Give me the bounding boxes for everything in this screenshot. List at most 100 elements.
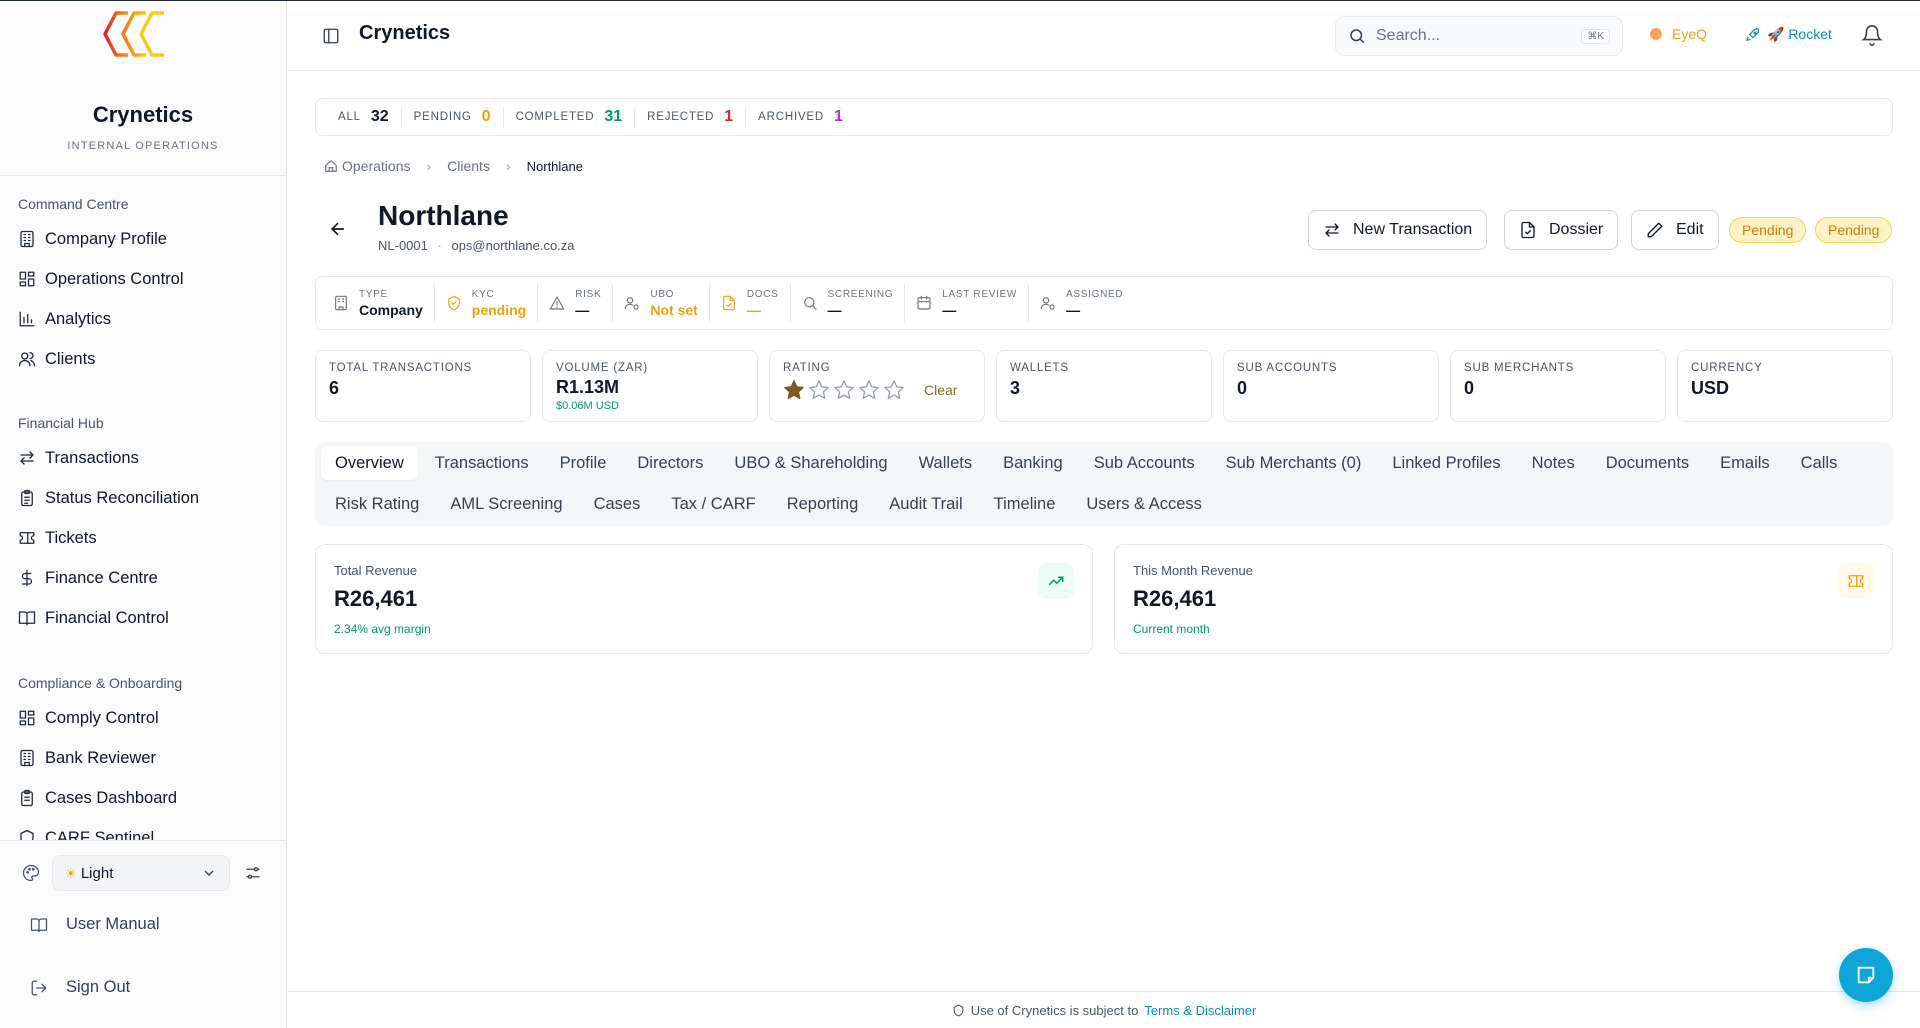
breadcrumb-clients[interactable]: Clients <box>447 158 490 174</box>
info-label: TYPE <box>359 288 388 300</box>
status-all[interactable]: ALL 32 <box>326 107 402 127</box>
sidebar-item-label: Status Reconciliation <box>45 488 200 507</box>
shield-check-icon <box>447 295 460 311</box>
crynetics-logo-icon <box>103 11 164 57</box>
card-value: R1.13M <box>556 377 620 397</box>
tab-audit-trail[interactable]: Audit Trail <box>875 487 976 521</box>
status-completed[interactable]: COMPLETED 31 <box>504 107 636 127</box>
sidebar-item-finance-centre[interactable]: Finance Centre <box>18 564 158 592</box>
sidebar-item-tickets[interactable]: Tickets <box>18 524 97 552</box>
tab-linked-profiles[interactable]: Linked Profiles <box>1378 446 1514 480</box>
card-value: 3 <box>1010 378 1021 398</box>
tab-emails[interactable]: Emails <box>1706 446 1784 480</box>
info-value: — <box>1066 301 1081 318</box>
tab-aml-screening[interactable]: AML Screening <box>436 487 576 521</box>
new-transaction-button[interactable]: New Transaction <box>1308 210 1488 250</box>
sidebar-item-analytics[interactable]: Analytics <box>18 305 111 333</box>
search-box[interactable]: Search... ⌘K <box>1335 16 1623 56</box>
info-value: — <box>827 301 842 318</box>
sidebar-toggle-icon[interactable] <box>322 27 340 45</box>
client-subtitle: NL-0001 · ops@northlane.co.za <box>378 238 575 253</box>
bell-icon[interactable] <box>1861 24 1883 46</box>
tab-documents[interactable]: Documents <box>1592 446 1703 480</box>
eyeq-button[interactable]: EyeQ <box>1650 26 1707 42</box>
tab-directors[interactable]: Directors <box>623 446 717 480</box>
sidebar-item-bank-reviewer[interactable]: Bank Reviewer <box>18 744 156 772</box>
sidebar-item-carf-sentinel[interactable]: CARF Sentinel <box>18 824 154 840</box>
page-title: Northlane <box>378 200 509 231</box>
star-empty-icon[interactable] <box>833 379 855 401</box>
tab-sub-accounts[interactable]: Sub Accounts <box>1080 446 1209 480</box>
sidebar-item-label: Bank Reviewer <box>45 748 156 767</box>
info-screening: SCREENING — <box>791 284 906 322</box>
document-icon <box>722 295 735 311</box>
metric-cards: TOTAL TRANSACTIONS 6 VOLUME (ZAR) R1.13M… <box>315 350 1893 422</box>
tab-risk-rating[interactable]: Risk Rating <box>321 487 433 521</box>
shield-icon <box>953 1003 964 1016</box>
client-tabs: Overview Transactions Profile Directors UBO … <box>315 442 1893 526</box>
sidebar-item-label: Clients <box>45 349 96 368</box>
tab-transactions[interactable]: Transactions <box>421 446 543 480</box>
sign-out-button[interactable]: Sign Out <box>30 978 130 997</box>
info-docs: DOCS — <box>710 284 791 322</box>
info-label: SCREENING <box>827 288 894 300</box>
grid-icon <box>18 709 36 727</box>
tab-tax-carf[interactable]: Tax / CARF <box>657 487 769 521</box>
sign-out-label: Sign Out <box>66 978 131 996</box>
tab-overview[interactable]: Overview <box>321 446 418 480</box>
tab-profile[interactable]: Profile <box>546 446 621 480</box>
back-arrow-icon[interactable] <box>328 219 348 239</box>
star-empty-icon[interactable] <box>858 379 880 401</box>
theme-select[interactable]: ☀ Light <box>52 855 230 891</box>
star-filled-icon[interactable] <box>783 379 805 401</box>
floating-action-button[interactable] <box>1839 948 1893 1002</box>
building-icon <box>18 749 36 767</box>
sidebar-item-cases-dashboard[interactable]: Cases Dashboard <box>18 784 177 812</box>
sidebar-item-status-reconciliation[interactable]: Status Reconciliation <box>18 484 199 512</box>
terms-link[interactable]: Terms & Disclaimer <box>1144 1003 1256 1018</box>
sidebar-item-operations-control[interactable]: Operations Control <box>18 265 184 293</box>
tab-calls[interactable]: Calls <box>1787 446 1852 480</box>
info-assigned: ASSIGNED — <box>1029 284 1134 322</box>
status-archived[interactable]: ARCHIVED 1 <box>746 107 855 127</box>
tab-timeline[interactable]: Timeline <box>980 487 1070 521</box>
arrows-icon <box>18 449 36 467</box>
building-icon <box>18 230 36 248</box>
rocket-button[interactable]: 🚀 Rocket <box>1745 26 1832 43</box>
search-input[interactable]: Search... <box>1376 27 1440 45</box>
info-type: TYPE Company <box>322 284 435 322</box>
star-empty-icon[interactable] <box>808 379 830 401</box>
dossier-button[interactable]: Dossier <box>1504 210 1619 250</box>
breadcrumb-operations[interactable]: Operations <box>342 158 410 174</box>
sliders-icon[interactable] <box>244 864 262 882</box>
tab-row-1: Overview Transactions Profile Directors UBO … <box>321 446 1854 480</box>
tab-sub-merchants-0[interactable]: Sub Merchants (0) <box>1212 446 1376 480</box>
tab-notes[interactable]: Notes <box>1518 446 1589 480</box>
sidebar-item-label: Company Profile <box>45 229 167 248</box>
star-empty-icon[interactable] <box>883 379 905 401</box>
card-label: SUB ACCOUNTS <box>1237 362 1338 374</box>
tab-cases[interactable]: Cases <box>580 487 655 521</box>
theme-label: Light <box>80 864 114 882</box>
card-value: 6 <box>329 378 340 398</box>
tab-banking[interactable]: Banking <box>989 446 1077 480</box>
sidebar-item-company-profile[interactable]: Company Profile <box>18 225 167 253</box>
tab-ubo-shareholding[interactable]: UBO & Shareholding <box>720 446 901 480</box>
sidebar-item-comply-control[interactable]: Comply Control <box>18 704 159 732</box>
sidebar-item-clients[interactable]: Clients <box>18 345 95 373</box>
status-pending[interactable]: PENDING 0 <box>402 107 504 127</box>
card-volume: VOLUME (ZAR) R1.13M $0.06M USD <box>542 350 758 422</box>
theme-row: ☀ Light <box>22 855 262 891</box>
user-manual-link[interactable]: User Manual <box>30 915 160 934</box>
sidebar-item-financial-control[interactable]: Financial Control <box>18 604 169 632</box>
status-rejected[interactable]: REJECTED 1 <box>635 107 747 127</box>
sidebar-item-transactions[interactable]: Transactions <box>18 444 139 472</box>
tab-reporting[interactable]: Reporting <box>773 487 873 521</box>
edit-button[interactable]: Edit <box>1631 210 1719 250</box>
file-icon <box>1521 221 1535 239</box>
rating-clear-button[interactable]: Clear <box>924 382 957 398</box>
tab-users-access[interactable]: Users & Access <box>1072 487 1216 521</box>
nav-section-command-centre: Command Centre <box>18 196 129 212</box>
trending-up-icon <box>1038 563 1074 599</box>
tab-wallets[interactable]: Wallets <box>905 446 986 480</box>
